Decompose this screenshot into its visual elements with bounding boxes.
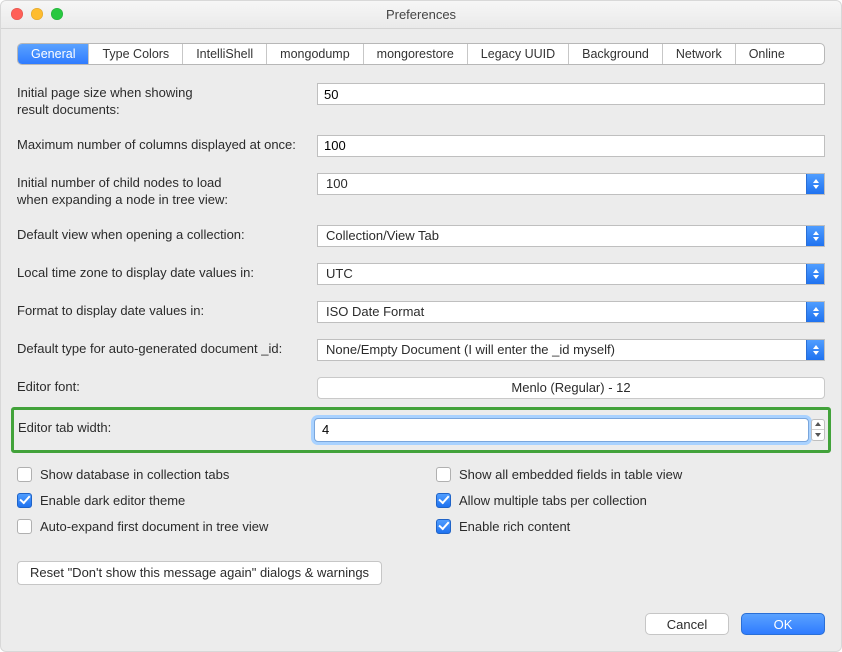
checkbox-col-right: Show all embedded fields in table view A… [436, 467, 825, 545]
reset-dialogs-button[interactable]: Reset "Don't show this message again" di… [17, 561, 382, 585]
reset-dialogs-label: Reset "Don't show this message again" di… [30, 565, 369, 580]
editor-tab-width-input[interactable] [314, 418, 809, 442]
tab-general[interactable]: General [18, 44, 89, 64]
chevron-up-down-icon [806, 264, 824, 284]
window-title: Preferences [1, 7, 841, 22]
cancel-label: Cancel [667, 617, 707, 632]
tab-network[interactable]: Network [663, 44, 736, 64]
window-traffic-lights [11, 8, 63, 20]
checkbox-label: Auto-expand first document in tree view [40, 519, 268, 534]
label-initial-child-nodes: Initial number of child nodes to load wh… [17, 173, 317, 209]
date-format-value: ISO Date Format [326, 304, 424, 319]
time-zone-value: UTC [326, 266, 353, 281]
chevron-up-down-icon [806, 340, 824, 360]
date-format-select[interactable]: ISO Date Format [317, 301, 825, 323]
general-form: Initial page size when showing result do… [17, 83, 825, 585]
default-view-select[interactable]: Collection/View Tab [317, 225, 825, 247]
label-date-format: Format to display date values in: [17, 301, 317, 320]
ok-label: OK [774, 617, 793, 632]
tab-online[interactable]: Online [736, 44, 798, 64]
chevron-up-down-icon [806, 302, 824, 322]
editor-tab-width-highlight: Editor tab width: [11, 407, 831, 453]
checkbox-rich-content[interactable] [436, 519, 451, 534]
stepper-up-icon [815, 422, 821, 426]
tab-mongodump[interactable]: mongodump [267, 44, 364, 64]
label-time-zone: Local time zone to display date values i… [17, 263, 317, 282]
checkbox-show-db-in-tabs[interactable] [17, 467, 32, 482]
preferences-window: Preferences General Type Colors IntelliS… [0, 0, 842, 652]
initial-child-nodes-select[interactable]: 100 [317, 173, 825, 195]
tab-mongorestore[interactable]: mongorestore [364, 44, 468, 64]
time-zone-select[interactable]: UTC [317, 263, 825, 285]
label-autogen-type: Default type for auto-generated document… [17, 339, 317, 358]
label-editor-tab-width: Editor tab width: [18, 418, 314, 437]
editor-font-value: Menlo (Regular) - 12 [511, 380, 630, 395]
checkbox-dark-editor-theme[interactable] [17, 493, 32, 508]
tab-legacy-uuid[interactable]: Legacy UUID [468, 44, 569, 64]
editor-font-button[interactable]: Menlo (Regular) - 12 [317, 377, 825, 399]
chevron-up-down-icon [806, 226, 824, 246]
close-window-button[interactable] [11, 8, 23, 20]
label-max-columns: Maximum number of columns displayed at o… [17, 135, 317, 154]
label-default-view: Default view when opening a collection: [17, 225, 317, 244]
max-columns-input[interactable] [317, 135, 825, 157]
autogen-type-select[interactable]: None/Empty Document (I will enter the _i… [317, 339, 825, 361]
checkbox-label: Enable rich content [459, 519, 570, 534]
tab-type-colors[interactable]: Type Colors [89, 44, 183, 64]
checkbox-label: Show database in collection tabs [40, 467, 229, 482]
label-initial-page-size: Initial page size when showing result do… [17, 83, 317, 119]
preferences-content: General Type Colors IntelliShell mongodu… [1, 29, 841, 599]
tab-background[interactable]: Background [569, 44, 663, 64]
editor-tab-width-stepper[interactable] [811, 419, 825, 441]
autogen-type-value: None/Empty Document (I will enter the _i… [326, 342, 615, 357]
stepper-down-icon [815, 433, 821, 437]
checkbox-grid: Show database in collection tabs Enable … [17, 467, 825, 545]
window-titlebar: Preferences [1, 1, 841, 29]
initial-page-size-input[interactable] [317, 83, 825, 105]
zoom-window-button[interactable] [51, 8, 63, 20]
checkbox-show-embedded-fields[interactable] [436, 467, 451, 482]
preferences-tabbar: General Type Colors IntelliShell mongodu… [17, 43, 825, 65]
checkbox-label: Allow multiple tabs per collection [459, 493, 647, 508]
label-editor-font: Editor font: [17, 377, 317, 396]
dialog-footer: Cancel OK [1, 599, 841, 651]
chevron-up-down-icon [806, 174, 824, 194]
checkbox-col-left: Show database in collection tabs Enable … [17, 467, 406, 545]
tab-intellishell[interactable]: IntelliShell [183, 44, 267, 64]
minimize-window-button[interactable] [31, 8, 43, 20]
checkbox-label: Show all embedded fields in table view [459, 467, 682, 482]
checkbox-label: Enable dark editor theme [40, 493, 185, 508]
default-view-value: Collection/View Tab [326, 228, 439, 243]
cancel-button[interactable]: Cancel [645, 613, 729, 635]
checkbox-multi-tabs[interactable] [436, 493, 451, 508]
checkbox-auto-expand-first-doc[interactable] [17, 519, 32, 534]
ok-button[interactable]: OK [741, 613, 825, 635]
initial-child-nodes-value: 100 [326, 176, 348, 191]
